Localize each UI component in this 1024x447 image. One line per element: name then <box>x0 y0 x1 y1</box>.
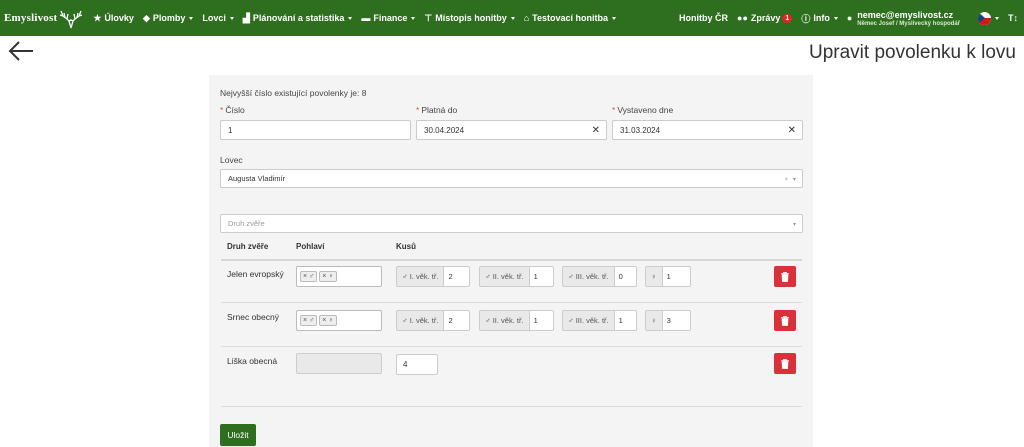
delete-row-button[interactable] <box>774 353 796 374</box>
money-icon: ▬ <box>361 13 371 23</box>
issued-date-input[interactable]: 31.03.2024 ✕ <box>612 120 803 140</box>
trash-icon <box>781 315 789 326</box>
chevron-down-icon <box>995 16 999 20</box>
chevron-down-icon <box>411 16 416 20</box>
issued-label: * Vystaveno dne <box>612 105 674 115</box>
back-arrow-icon[interactable] <box>8 41 34 61</box>
gender-chip-female[interactable]: × ♀ <box>319 271 337 282</box>
class-3-count[interactable]: ♂ III. věk. tř. 0 <box>562 266 637 287</box>
female-count[interactable]: ♀ 3 <box>645 310 691 331</box>
row-divider <box>221 346 802 347</box>
chevron-down-icon <box>612 16 617 20</box>
delete-row-button[interactable] <box>774 310 796 331</box>
nav-item-1[interactable]: ◆ Plomby <box>142 12 194 24</box>
nav-item-3[interactable]: ▟ Plánování a statistika <box>242 12 353 24</box>
header-divider <box>221 259 802 261</box>
row-divider <box>221 406 802 407</box>
trash-icon <box>781 358 789 369</box>
gender-chip-male[interactable]: × ♂ <box>300 271 318 282</box>
gender-multiselect[interactable]: × ♂ × ♀ <box>296 310 382 331</box>
species-select[interactable]: Druh zvěře ▾ <box>220 214 803 233</box>
user-icon: ● <box>846 13 853 23</box>
class-2-count[interactable]: ♂ II. věk. tř. 1 <box>479 310 554 331</box>
deer-icon <box>60 10 83 29</box>
save-button[interactable]: Uložit <box>220 424 256 446</box>
nav-item-0[interactable]: ★ Úlovky <box>93 13 134 24</box>
trash-icon <box>781 271 789 282</box>
gender-chip-male[interactable]: × ♂ <box>300 315 318 326</box>
chevron-down-icon <box>833 16 838 20</box>
column-header-count: Kusů <box>396 242 416 251</box>
number-input[interactable]: 1 <box>220 120 411 140</box>
honitby-link[interactable]: Honitby ČR <box>679 13 728 23</box>
nav-item-label: Lovci <box>202 13 226 23</box>
valid-until-label: * Platná do <box>416 105 458 115</box>
select-controls-icon[interactable]: × ▾ <box>784 176 796 183</box>
chevron-down-icon <box>348 16 353 20</box>
font-size-icon: T↕ <box>1008 13 1018 23</box>
nav-item-5[interactable]: ⊤ Místopis honitby <box>424 12 515 24</box>
clear-icon[interactable]: ✕ <box>592 125 600 136</box>
home-icon: ⌂ <box>523 13 530 23</box>
count-input[interactable]: 4 <box>396 354 438 375</box>
species-name: Srnec obecný <box>227 312 279 322</box>
language-menu[interactable] <box>978 11 999 25</box>
signpost-icon: ⊤ <box>424 12 433 23</box>
class-1-count[interactable]: ♂ I. věk. tř. 2 <box>396 310 471 331</box>
chat-icon: ●● <box>737 13 748 23</box>
permit-form: Nejvyšší číslo existující povolenky je: … <box>209 75 813 447</box>
nav-item-4[interactable]: ▬ Finance <box>361 13 416 23</box>
user-email: nemec@emyslivost.cz <box>857 9 954 20</box>
nav-item-label: Plánování a statistika <box>252 13 345 23</box>
info-icon: ⓘ <box>801 13 811 24</box>
chevron-down-icon: ▾ <box>792 222 796 228</box>
user-role: Němec Josef / Myslivecký hospodář <box>857 20 960 27</box>
info-menu[interactable]: ⓘ Info <box>801 12 838 25</box>
star-icon: ★ <box>93 12 102 23</box>
gender-chip-female[interactable]: × ♀ <box>319 315 337 326</box>
nav-item-label: Finance <box>373 13 408 23</box>
number-label: * Číslo <box>220 105 245 115</box>
nav-item-2[interactable]: Lovci <box>202 13 234 23</box>
column-header-species: Druh zvěře <box>227 242 269 251</box>
column-header-gender: Pohlaví <box>296 242 325 251</box>
highest-number-note: Nejvyšší číslo existující povolenky je: … <box>220 88 367 98</box>
class-2-count[interactable]: ♂ II. věk. tř. 1 <box>479 266 554 287</box>
hunter-select[interactable]: Augusta Vladimír × ▾ <box>220 169 803 188</box>
nav-item-label: Testovací honitba <box>532 13 609 23</box>
czech-flag-icon <box>978 11 991 25</box>
chevron-down-icon <box>189 16 194 20</box>
class-1-count[interactable]: ♂ I. věk. tř. 2 <box>396 266 471 287</box>
female-count[interactable]: ♀ 1 <box>645 266 691 287</box>
page-title: Upravit povolenku k lovu <box>809 42 1016 63</box>
row-divider <box>221 302 802 303</box>
brand-logo[interactable]: Emyslivost <box>4 7 83 29</box>
clear-icon[interactable]: ✕ <box>788 125 796 136</box>
gender-multiselect-disabled <box>296 353 382 374</box>
delete-row-button[interactable] <box>774 266 796 287</box>
font-size-button[interactable]: T↕ <box>1008 13 1018 23</box>
messages-link[interactable]: ●● Zprávy 1 <box>737 13 793 23</box>
chevron-down-icon <box>510 16 515 20</box>
tag-icon: ◆ <box>142 12 150 23</box>
messages-badge: 1 <box>782 13 793 23</box>
nav-item-label: Plomby <box>152 13 186 23</box>
user-menu[interactable]: ● nemec@emyslivost.cz Němec Josef / Mysl… <box>847 10 970 27</box>
species-name: Jelen evropský <box>227 269 284 279</box>
nav-item-6[interactable]: ⌂ Testovací honitba <box>523 13 617 23</box>
valid-until-date-input[interactable]: 30.04.2024 ✕ <box>416 120 607 140</box>
chart-icon: ▟ <box>242 12 250 23</box>
nav-item-label: Místopis honitby <box>435 13 507 23</box>
class-3-count[interactable]: ♂ III. věk. tř. 1 <box>562 310 637 331</box>
chevron-down-icon <box>229 16 234 20</box>
gender-multiselect[interactable]: × ♂ × ♀ <box>296 266 382 287</box>
species-name: Liška obecná <box>227 356 278 366</box>
brand-name: Emyslivost <box>4 12 58 24</box>
navbar: Emyslivost ★ Úlovky ◆ Plomby Lovci ▟ Plánování… <box>0 0 1024 36</box>
hunter-label: Lovec <box>220 155 243 165</box>
nav-item-label: Úlovky <box>104 13 134 23</box>
